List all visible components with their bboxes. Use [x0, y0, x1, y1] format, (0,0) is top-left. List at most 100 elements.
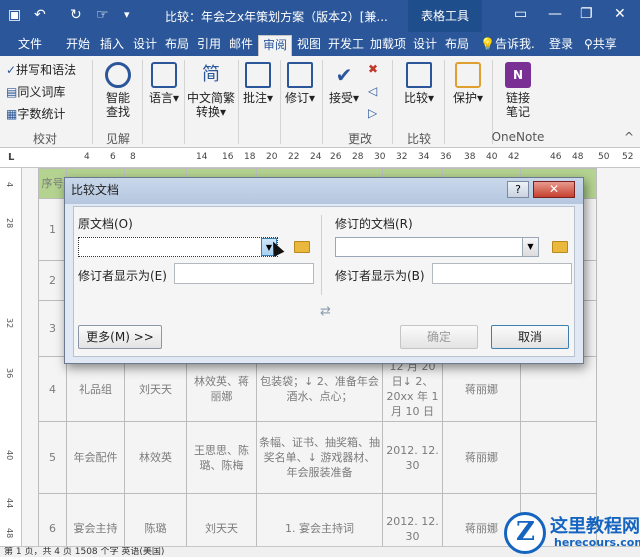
redo-icon[interactable]: ↻: [70, 6, 82, 24]
count-icon: ▦: [6, 107, 18, 121]
compare-icon: [406, 62, 432, 88]
group-label-compare: 比较: [406, 132, 431, 146]
horizontal-ruler[interactable]: L 4 6 8 14 16 18 20 22 24 26 28 30 32 34…: [0, 148, 640, 168]
ruler-label: 6: [110, 152, 116, 162]
reject-icon[interactable]: ✖: [368, 62, 378, 76]
ruler-label: 50: [598, 152, 610, 162]
ruler-label: 42: [508, 152, 520, 162]
ruler-label: 18: [244, 152, 256, 162]
book-icon: ▤: [6, 85, 18, 99]
ruler-label: 34: [418, 152, 430, 162]
chinese-conversion-button[interactable]: 简 中文简繁 转换▾: [186, 62, 236, 119]
restore-icon[interactable]: ❐: [580, 6, 593, 22]
original-document-combo[interactable]: ▼: [78, 237, 278, 257]
tell-me-box[interactable]: 💡告诉我.: [480, 35, 538, 56]
accept-button[interactable]: ✔ 接受▾: [326, 62, 362, 105]
minimize-icon[interactable]: —: [548, 6, 562, 22]
ruler-label: 44: [5, 498, 14, 509]
chevron-down-icon[interactable]: ▼: [522, 238, 538, 256]
tab-file[interactable]: 文件: [8, 35, 52, 56]
spelling-grammar-button[interactable]: ✓拼写和语法: [6, 61, 76, 78]
original-reviewer-input[interactable]: [174, 263, 314, 284]
dialog-title: 比较文档: [65, 178, 583, 204]
vertical-ruler[interactable]: 4 28 32 36 40 44 48: [0, 168, 22, 546]
language-button[interactable]: 语言▾: [146, 62, 182, 105]
touch-mode-icon[interactable]: ☞: [96, 6, 109, 24]
ribbon-tabs: 文件 开始 插入 设计 布局 引用 邮件 审阅 视图 开发工 加载项 设计 布局…: [0, 32, 640, 56]
ruler-label: 36: [440, 152, 452, 162]
revised-reviewer-input[interactable]: [432, 263, 572, 284]
next-change-icon[interactable]: ▷: [368, 106, 377, 120]
tab-insert[interactable]: 插入: [96, 35, 128, 56]
ruler-label: 4: [84, 152, 90, 162]
tab-table-layout[interactable]: 布局: [442, 35, 472, 56]
ribbon-display-icon[interactable]: ▭: [514, 6, 527, 22]
watermark-en: herecours.com: [554, 536, 640, 549]
original-document-label: 原文档(O): [78, 217, 133, 231]
cancel-button[interactable]: 取消: [491, 325, 569, 349]
customize-qat-icon[interactable]: ▾: [124, 6, 130, 24]
accept-icon: ✔: [335, 63, 353, 87]
ruler-label: 26: [330, 152, 342, 162]
magnifier-icon: [105, 62, 131, 88]
word-count-button[interactable]: ▦字数统计: [6, 105, 65, 122]
undo-icon[interactable]: ↶: [34, 6, 46, 24]
chinese-conversion-icon: 简: [202, 64, 220, 85]
ruler-label: 32: [5, 318, 14, 329]
ruler-label: 28: [5, 218, 14, 229]
smart-lookup-button[interactable]: 智能 查找: [98, 62, 138, 119]
tab-mailings[interactable]: 邮件: [226, 35, 256, 56]
revised-document-combo[interactable]: ▼: [335, 237, 539, 257]
more-button[interactable]: 更多(M) >>: [78, 325, 162, 349]
help-button[interactable]: ?: [507, 181, 529, 198]
folder-icon[interactable]: [552, 241, 568, 253]
linked-notes-button[interactable]: N 链接 笔记: [498, 62, 538, 119]
ruler-label: 52: [622, 152, 634, 162]
group-label-onenote: OneNote: [491, 130, 545, 144]
tab-layout[interactable]: 布局: [162, 35, 192, 56]
ruler-label: 46: [550, 152, 562, 162]
tab-review[interactable]: 审阅: [258, 35, 292, 56]
title-bar: ▣ ↶ ↻ ☞ ▾ 比较：年会之x年策划方案（版本2）[兼... 表格工具 ▭ …: [0, 0, 640, 32]
tab-design[interactable]: 设计: [130, 35, 160, 56]
close-window-icon[interactable]: ✕: [614, 6, 626, 22]
close-dialog-button[interactable]: ✕: [533, 181, 575, 198]
collapse-ribbon-icon[interactable]: ^: [624, 130, 634, 144]
track-changes-icon: [287, 62, 313, 88]
previous-change-icon[interactable]: ◁: [368, 84, 377, 98]
tab-home[interactable]: 开始: [62, 35, 94, 56]
tab-developer[interactable]: 开发工: [326, 35, 366, 56]
ruler-label: 48: [572, 152, 584, 162]
ruler-label: 32: [396, 152, 408, 162]
dialog-divider: [321, 215, 322, 295]
tab-selector[interactable]: L: [8, 152, 14, 163]
dialog-body: 原文档(O) ▼ 修订者显示为(E) 修订的文档(R) ▼ 修订者显示为(B) …: [73, 206, 575, 357]
ruler-label: 24: [310, 152, 322, 162]
ruler-label: 36: [5, 368, 14, 379]
comments-button[interactable]: 批注▾: [240, 62, 276, 105]
ruler-label: 28: [352, 152, 364, 162]
login-button[interactable]: 登录: [544, 35, 578, 56]
swap-documents-icon[interactable]: ⇄: [320, 304, 331, 319]
group-separator: [444, 60, 445, 144]
group-label-changes: 更改: [347, 132, 372, 146]
group-separator: [280, 60, 281, 144]
revised-reviewer-label: 修订者显示为(B): [335, 269, 425, 283]
share-button[interactable]: ⚲共享: [584, 35, 634, 56]
onenote-icon: N: [505, 62, 531, 88]
folder-icon[interactable]: [294, 241, 310, 253]
ruler-label: 38: [464, 152, 476, 162]
tab-references[interactable]: 引用: [194, 35, 224, 56]
compare-button[interactable]: 比较▾: [398, 62, 440, 105]
tab-table-design[interactable]: 设计: [410, 35, 440, 56]
protect-button[interactable]: 保护▾: [450, 62, 486, 105]
track-changes-button[interactable]: 修订▾: [282, 62, 318, 105]
tab-addins[interactable]: 加载项: [368, 35, 408, 56]
ok-button[interactable]: 确定: [400, 325, 478, 349]
thesaurus-button[interactable]: ▤同义词库: [6, 83, 65, 100]
group-separator: [238, 60, 239, 144]
comment-icon: [245, 62, 271, 88]
save-icon[interactable]: ▣: [8, 6, 21, 24]
tab-view[interactable]: 视图: [294, 35, 324, 56]
group-label-insights: 见解: [105, 132, 130, 146]
